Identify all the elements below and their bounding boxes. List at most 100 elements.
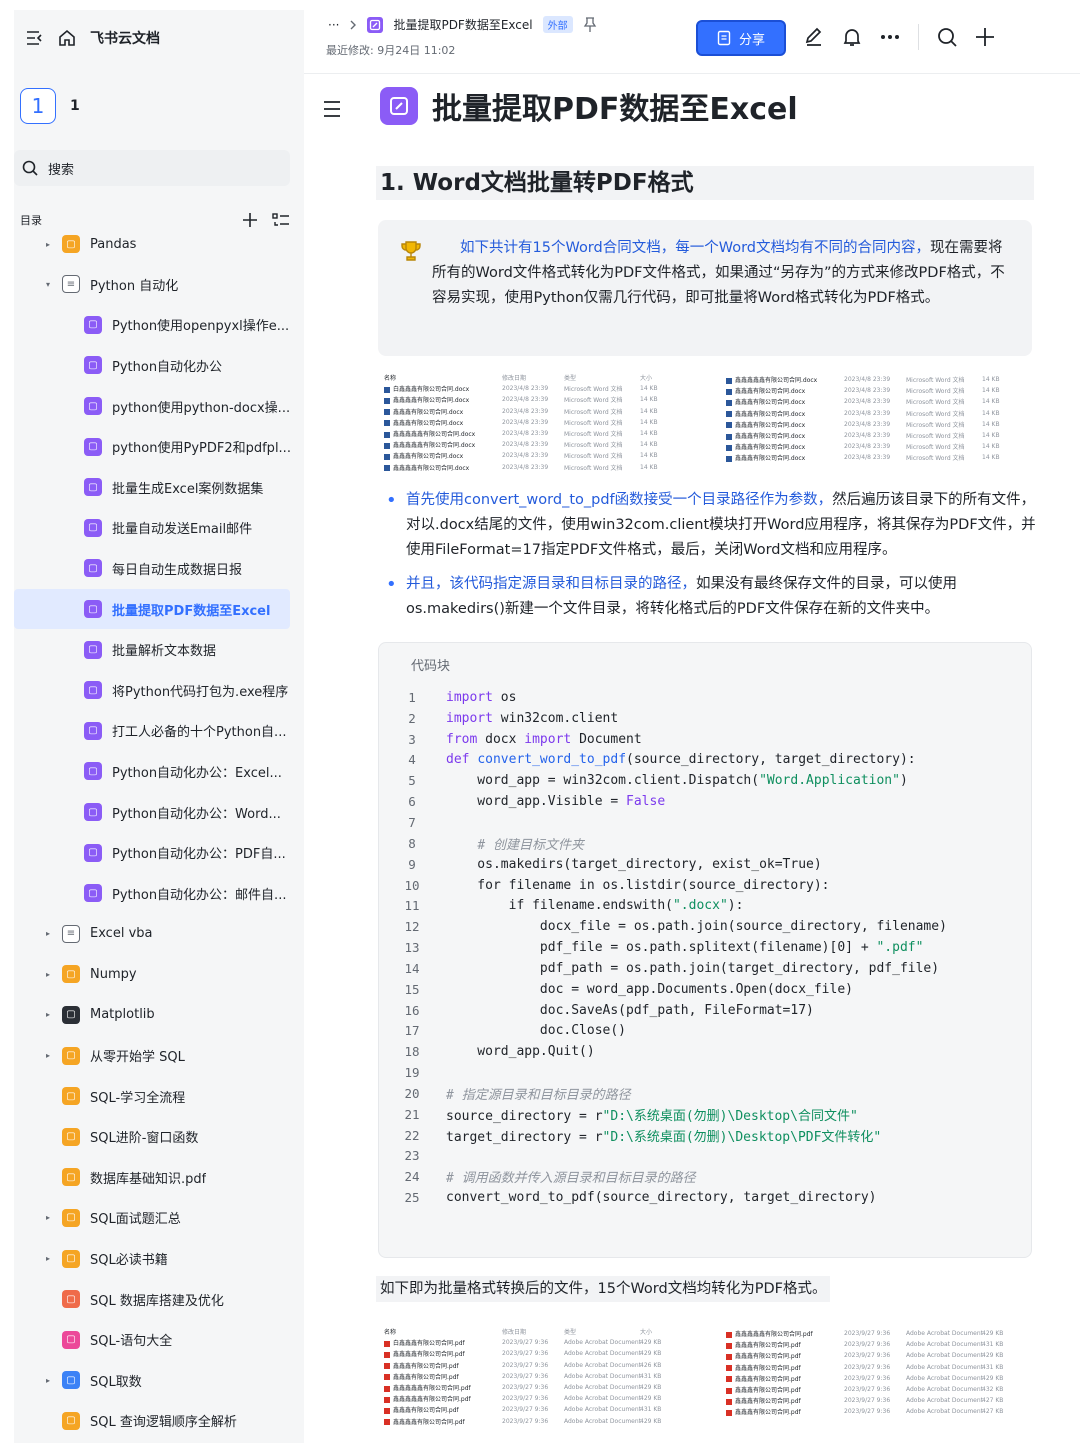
chevron-right-icon[interactable]: ▸ [42, 1254, 54, 1263]
sidebar-item[interactable]: ▢ SQL-语句大全 [14, 1319, 304, 1360]
file-icon [384, 1385, 390, 1392]
line-number: 3 [408, 731, 416, 747]
add-icon[interactable] [975, 27, 995, 47]
sidebar-item[interactable]: ▢ Python自动化办公：Excel... [14, 751, 304, 792]
file-cell: Microsoft Word 文档 [564, 431, 623, 439]
chevron-down-icon[interactable]: ▾ [42, 280, 54, 289]
chevron-right-icon[interactable]: ▸ [42, 970, 54, 979]
file-icon [384, 453, 390, 460]
file-row: 鑫鑫鑫有限公司合同.pdf 2023/9/27 9:36 Adobe Acrobat… [384, 1360, 670, 1371]
doc-title: 批量提取PDF数据至Excel [380, 84, 798, 128]
chevron-right-icon[interactable]: ▸ [42, 240, 54, 249]
file-cell: 14 KB [640, 463, 658, 471]
search-icon[interactable] [937, 27, 957, 47]
code-lines: 1 import os 2 import win32com.client 3 from d… [395, 687, 1025, 1208]
file-cell: 429 KB [640, 1395, 662, 1403]
outline-toggle-icon[interactable] [322, 100, 342, 118]
file-cell: 429 KB [982, 1352, 1004, 1360]
sidebar-item[interactable]: ▢ 批量自动发送Email邮件 [14, 508, 304, 549]
chevron-right-icon [349, 20, 357, 30]
file-icon [726, 1331, 732, 1338]
file-row: 鑫鑫鑫有限公司合同.docx 2023/4/8 23:39 Microsoft Wo… [384, 450, 670, 461]
chevron-right-icon[interactable]: ▸ [42, 1213, 54, 1222]
doc-icon: ▢ [62, 1046, 80, 1065]
sidebar-item[interactable]: ▸ ▢ 从零开始学 SQL [14, 1035, 304, 1076]
code-line: 20 # 指定源目录和目标目录的路径 [395, 1083, 1025, 1104]
code-line: 22 target_directory = r"D:\系统桌面(勿删)\Deskt… [395, 1125, 1025, 1146]
column-header: 大小 [640, 1329, 653, 1337]
file-cell: Adobe Acrobat Document [906, 1397, 984, 1405]
collapse-sidebar-icon[interactable] [26, 30, 44, 46]
code-line: 4 def convert_word_to_pdf(source_director… [395, 750, 1025, 771]
sidebar-item[interactable]: ▢ Python使用openpyxl操作e... [14, 305, 304, 346]
file-cell: 14 KB [640, 430, 658, 438]
file-cell: 2023/9/27 9:36 [844, 1352, 891, 1360]
file-row: 鑫鑫鑫鑫鑫有限公司合同.docx 2023/4/8 23:39 Microsoft … [726, 374, 1012, 385]
breadcrumb-ellipsis[interactable]: ··· [328, 18, 339, 32]
sidebar-item[interactable]: ▢ SQL 数据库搭建及优化 [14, 1279, 304, 1320]
sidebar-item-label: 批量提取PDF数据至Excel [112, 603, 271, 619]
sidebar-item[interactable]: ▢ 数据库基础知识.pdf [14, 1157, 304, 1198]
sidebar-item[interactable]: ▢ 将Python代码打包为.exe程序 [14, 670, 304, 711]
file-icon [384, 1363, 390, 1370]
edit-icon[interactable] [804, 27, 824, 47]
sidebar-item[interactable]: ▢ 批量生成Excel案例数据集 [14, 467, 304, 508]
search-input[interactable]: 搜索 [14, 150, 290, 186]
chevron-right-icon[interactable]: ▸ [42, 929, 54, 938]
file-row: 鑫鑫鑫有限公司合同.docx 2023/4/8 23:39 Microsoft Wo… [726, 419, 1012, 430]
doc-icon: ▢ [62, 1087, 80, 1106]
sidebar-item[interactable]: ▸ ▢ SQL面试题汇总 [14, 1198, 304, 1239]
sidebar-item[interactable]: ▸ ▢ Numpy [14, 954, 304, 995]
breadcrumb-title[interactable]: 批量提取PDF数据至Excel [393, 16, 532, 33]
file-cell: 427 KB [982, 1408, 1004, 1416]
chevron-right-icon[interactable]: ▸ [42, 1051, 54, 1060]
code-line: 7 [395, 812, 1025, 833]
sidebar-item[interactable]: ▸ ≡ Excel vba [14, 914, 304, 955]
doc-icon: ▢ [84, 315, 102, 334]
sidebar-item[interactable]: ▾ ≡ Python 自动化 [14, 264, 304, 305]
file-icon [726, 399, 732, 406]
file-cell: 2023/4/8 23:39 [844, 398, 891, 406]
notification-icon[interactable] [842, 27, 862, 47]
sidebar-item[interactable]: ▸ ▢ SQL必读书籍 [14, 1238, 304, 1279]
file-cell: 鑫鑫鑫鑫有限公司合同.docx [384, 395, 502, 404]
sidebar-item[interactable]: ▢ Python自动化办公 [14, 345, 304, 386]
chevron-right-icon[interactable]: ▸ [42, 1010, 54, 1019]
sidebar-item-label: SQL取数 [90, 1374, 142, 1390]
sidebar-item[interactable]: ▢ 每日自动生成数据日报 [14, 548, 304, 589]
line-number: 14 [404, 960, 420, 976]
more-icon[interactable] [880, 34, 900, 40]
sidebar-item[interactable]: ▢ SQL-学习全流程 [14, 1076, 304, 1117]
sidebar-item[interactable]: ▢ Python自动化办公：PDF自... [14, 832, 304, 873]
home-icon[interactable] [58, 29, 76, 47]
sidebar-item[interactable]: ▢ python使用python-docx操... [14, 386, 304, 427]
sidebar-item[interactable]: ▢ Python自动化办公：邮件自... [14, 873, 304, 914]
sidebar-item[interactable]: ▢ SQL 查询逻辑顺序全解析 [14, 1401, 304, 1442]
code-block[interactable]: 代码块 1 import os 2 import win32com.client 3 fr… [378, 642, 1032, 1258]
workspace-avatar[interactable]: 1 [20, 88, 56, 124]
sidebar-item[interactable]: ▢ 批量解析文本数据 [14, 629, 304, 670]
file-icon [726, 1342, 732, 1349]
sidebar-item[interactable]: ▸ ▢ Pandas [14, 224, 304, 264]
sidebar-top-bar: 飞书云文档 [14, 10, 304, 66]
pin-icon[interactable] [583, 16, 597, 33]
line-number: 25 [404, 1190, 420, 1206]
workspace-switcher[interactable]: 1 1 [20, 88, 80, 124]
sidebar-item[interactable]: ▢ 批量提取PDF数据至Excel [14, 588, 290, 630]
sidebar-item[interactable]: ▢ SQL进阶-窗口函数 [14, 1116, 304, 1157]
file-cell: 431 KB [982, 1341, 1004, 1349]
share-button[interactable]: 分享 [696, 20, 786, 56]
sidebar-item[interactable]: ▢ Python自动化办公：Word... [14, 792, 304, 833]
sidebar-item[interactable]: ▸ ▢ Matplotlib [14, 995, 304, 1036]
file-cell: Adobe Acrobat Document [906, 1330, 984, 1338]
sidebar-item-label: Python自动化办公 [112, 359, 223, 375]
doc-icon: ▢ [62, 965, 80, 984]
file-row: 鑫鑫鑫鑫鑫有限公司合同.pdf 2023/9/27 9:36 Adobe Acrob… [384, 1393, 670, 1404]
sidebar-item[interactable]: ▢ 打工人必备的十个Python自... [14, 711, 304, 752]
file-cell: 2023/9/27 9:36 [502, 1372, 549, 1380]
sidebar-item[interactable]: ▸ ▢ SQL取数 [14, 1360, 304, 1401]
chevron-right-icon[interactable]: ▸ [42, 1376, 54, 1385]
code-line: 17 doc.Close() [395, 1021, 1025, 1042]
sidebar-item[interactable]: ▢ python使用PyPDF2和pdfpl... [14, 426, 304, 467]
column-header: 类型 [564, 1329, 577, 1337]
